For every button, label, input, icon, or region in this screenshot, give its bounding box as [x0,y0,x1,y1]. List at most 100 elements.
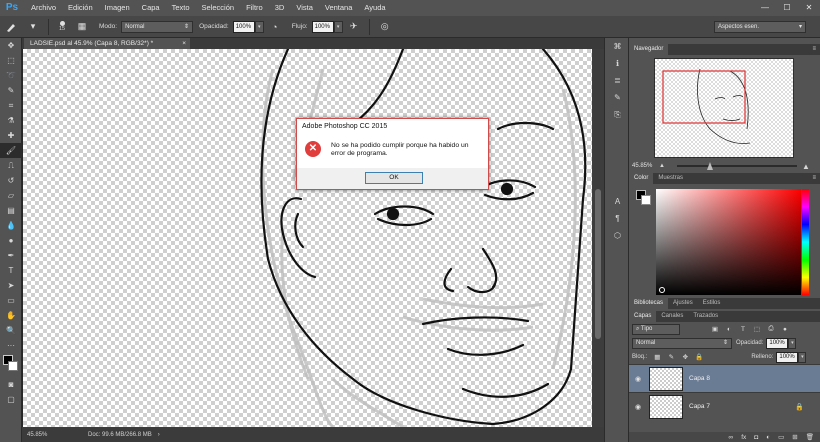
healing-brush-tool-icon[interactable]: ✚ [0,128,22,143]
filter-pixel-icon[interactable]: ▣ [710,324,720,334]
chevron-down-icon[interactable]: ▾ [798,351,807,363]
folder-icon[interactable]: ▭ [778,433,784,441]
eraser-tool-icon[interactable]: ▱ [0,188,22,203]
panel-menu-icon[interactable]: ≡ [812,44,816,55]
lasso-tool-icon[interactable]: ➰ [0,68,22,83]
tab-color[interactable]: Color [629,173,654,184]
background-color-swatch[interactable] [8,361,18,371]
menu-capa[interactable]: Capa [136,0,166,16]
layer-opacity-input[interactable]: 100% [766,337,789,349]
history-brush-tool-icon[interactable]: ↺ [0,173,22,188]
lock-pixels-icon[interactable]: ✎ [666,352,676,362]
menu-ventana[interactable]: Ventana [319,0,359,16]
status-zoom[interactable]: 45.85% [22,432,68,438]
path-selection-tool-icon[interactable]: ➤ [0,278,22,293]
menu-3d[interactable]: 3D [269,0,291,16]
tab-canales[interactable]: Canales [656,311,688,322]
filter-type-icon[interactable]: T [738,324,748,334]
blend-mode-select[interactable]: Normal ⇕ [632,337,732,349]
navigator-zoom-value[interactable]: 45.85% [629,163,659,169]
layer-filter-select[interactable]: ⌕ Tipo [632,323,680,335]
document-tab[interactable]: LADSIE.psd al 45.9% (Capa 8, RGB/32*) * … [24,38,190,49]
zoom-in-icon[interactable]: ▲ [802,162,810,171]
chevron-right-icon[interactable]: › [158,432,160,438]
layer-row[interactable]: ◉ Capa 8 [629,364,820,392]
pen-tool-icon[interactable]: ✒ [0,248,22,263]
tab-ajustes[interactable]: Ajustes [668,298,698,309]
character-panel-icon[interactable]: A [605,193,630,210]
filter-shape-icon[interactable]: ⬚ [752,324,762,334]
eyedropper-tool-icon[interactable]: ⚗ [0,113,22,128]
layer-row[interactable]: ◉ Capa 7 🔒 [629,392,820,420]
chevron-down-icon[interactable]: ▾ [788,337,797,349]
filter-adjustment-icon[interactable]: ◐ [724,324,734,334]
chevron-down-icon[interactable]: ▾ [333,20,343,33]
flow-input[interactable]: 100% [311,20,334,33]
navigator-preview[interactable] [654,58,794,158]
history-panel-icon[interactable]: ⌘ [605,38,630,55]
slider-knob[interactable] [706,162,713,170]
menu-imagen[interactable]: Imagen [99,0,136,16]
quick-mask-icon[interactable]: ◙ [0,377,22,392]
type-tool-icon[interactable]: T [0,263,22,278]
brush-panel-icon[interactable]: ▦ [74,19,90,35]
lock-all-icon[interactable]: 🔒 [694,352,704,362]
trash-icon[interactable]: 🗑 [806,433,814,441]
rectangle-tool-icon[interactable]: ▭ [0,293,22,308]
airbrush-icon[interactable]: ✈ [346,19,362,35]
saturation-value-field[interactable] [656,189,801,295]
brush-tool-preset-icon[interactable] [3,19,19,35]
tab-trazados[interactable]: Trazados [688,311,723,322]
filter-smart-object-icon[interactable]: ⎙ [766,324,776,334]
ok-button[interactable]: OK [365,172,423,184]
blur-tool-icon[interactable]: 💧 [0,218,22,233]
tab-muestras[interactable]: Muestras [653,173,688,184]
menu-texto[interactable]: Texto [166,0,196,16]
crop-tool-icon[interactable]: ⌗ [0,98,22,113]
menu-seleccion[interactable]: Selección [196,0,241,16]
document-canvas[interactable] [23,49,592,427]
screen-mode-icon[interactable]: ▢ [0,392,22,407]
brush-tool-icon[interactable]: 🖌 [0,143,22,158]
vertical-scrollbar[interactable] [592,49,604,427]
color-swatches[interactable] [0,353,21,377]
clone-source-icon[interactable]: ⎘ [605,106,630,123]
opacity-input[interactable]: 100% [232,20,255,33]
maximize-button[interactable]: ☐ [776,0,798,16]
dodge-tool-icon[interactable]: ● [0,233,22,248]
gradient-tool-icon[interactable]: ▤ [0,203,22,218]
chevron-down-icon[interactable]: ▾ [254,20,264,33]
brush-presets-icon[interactable]: ✎ [605,89,630,106]
tab-bibliotecas[interactable]: Bibliotecas [629,298,669,309]
status-doc-size[interactable]: Doc: 99.6 MB/266.8 MB [68,432,152,438]
brush-size-picker[interactable]: 15 [53,21,71,32]
lock-transparency-icon[interactable]: ▦ [652,352,662,362]
hand-tool-icon[interactable]: ✋ [0,308,22,323]
chevron-down-icon[interactable]: ▾ [25,19,41,35]
move-tool-icon[interactable]: ✥ [0,38,22,53]
close-tab-icon[interactable]: × [182,38,186,49]
panel-menu-icon[interactable]: ≡ [812,173,816,184]
eye-icon[interactable]: ◉ [629,403,647,411]
layer-fill-input[interactable]: 100% [776,351,799,363]
zoom-tool-icon[interactable]: 🔍 [0,323,22,338]
workspace-select[interactable]: Aspectos esen. ▾ [714,21,806,33]
menu-archivo[interactable]: Archivo [25,0,62,16]
clone-stamp-tool-icon[interactable]: ⎍ [0,158,22,173]
link-icon[interactable]: ∞ [729,434,734,441]
navigator-zoom-slider[interactable] [676,162,797,170]
paragraph-panel-icon[interactable]: ¶ [605,210,630,227]
quick-selection-tool-icon[interactable]: ✎ [0,83,22,98]
3d-panel-icon[interactable]: ⬡ [605,227,630,244]
mask-icon[interactable]: ◘ [754,434,758,441]
eye-icon[interactable]: ◉ [629,375,647,383]
tab-estilos[interactable]: Estilos [698,298,726,309]
mode-select[interactable]: Normal ⇕ [121,20,194,33]
marquee-tool-icon[interactable]: ⬚ [0,53,22,68]
background-color-swatch[interactable] [641,195,651,205]
properties-panel-icon[interactable]: ≣ [605,72,630,89]
tab-navegador[interactable]: Navegador [629,44,669,55]
fx-icon[interactable]: fx [741,434,746,441]
info-panel-icon[interactable]: ℹ [605,55,630,72]
lock-position-icon[interactable]: ✥ [680,352,690,362]
